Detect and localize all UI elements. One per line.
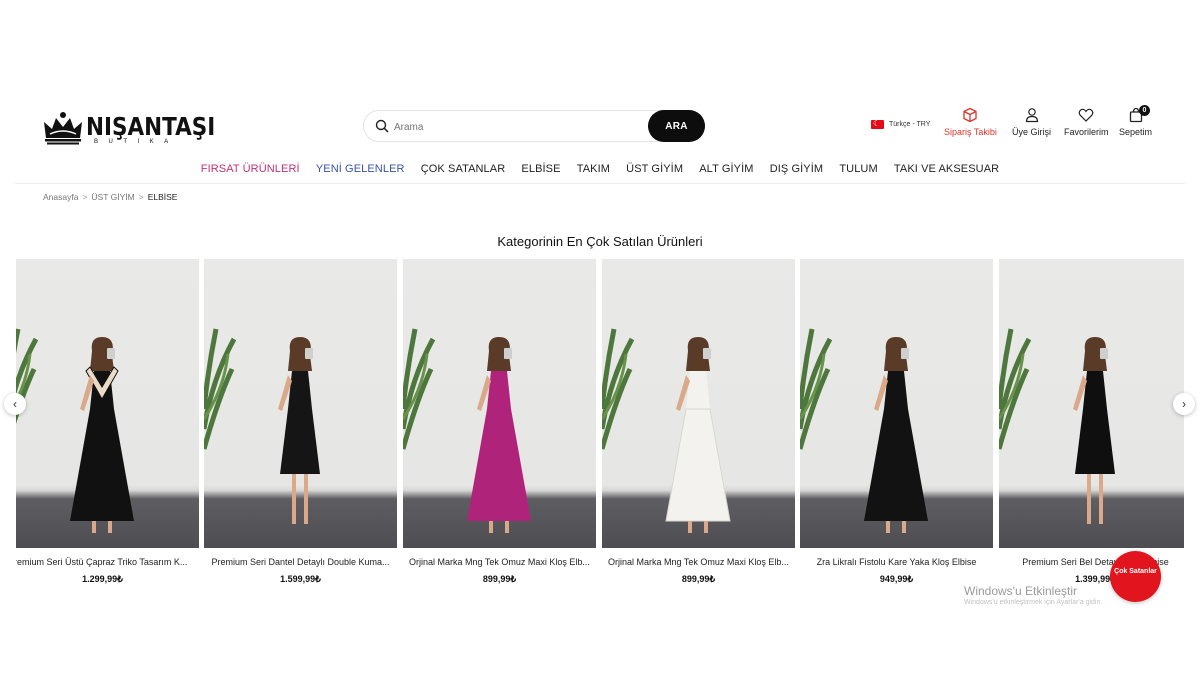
cart-count-badge: 0 <box>1139 105 1150 116</box>
product-name[interactable]: Premium Seri Dantel Detaylı Double Kuma.… <box>204 557 397 567</box>
search-button[interactable]: ARA <box>648 110 705 142</box>
product-name[interactable]: Orjinal Marka Mng Tek Omuz Maxi Kloş Elb… <box>602 557 795 567</box>
brand-tagline: BUTIKA <box>94 139 179 145</box>
plant-decoration <box>16 328 39 425</box>
breadcrumb-home[interactable]: Anasayfa <box>43 192 78 202</box>
nav-item-alt-giyim[interactable]: ALT GİYİM <box>699 163 753 175</box>
model-illustration <box>602 328 731 533</box>
package-icon <box>963 107 978 123</box>
favorites-link[interactable]: Favorilerim <box>1064 107 1109 137</box>
nav-item-yeni-gelenler[interactable]: YENİ GELENLER <box>316 163 405 175</box>
nav-item-elbise[interactable]: ELBİSE <box>521 163 560 175</box>
brand-name: NIŞANTAŞI <box>86 112 216 141</box>
search-input[interactable] <box>394 119 644 135</box>
plant-decoration <box>602 328 635 450</box>
product-price: 899,99₺ <box>482 574 517 584</box>
user-icon <box>1025 108 1038 123</box>
language-label: Türkçe - TRY <box>889 121 931 128</box>
nav-item-takim[interactable]: TAKIM <box>577 163 610 175</box>
product-card[interactable]: Premium Seri Dantel Detaylı Double Kuma.… <box>204 259 397 585</box>
turkey-flag-icon <box>871 118 884 130</box>
model-illustration <box>800 328 928 533</box>
product-image[interactable] <box>403 259 596 548</box>
breadcrumb: Anasayfa > ÜST GİYİM > ELBİSE <box>43 192 177 202</box>
product-carousel: Premium Seri Üstü Çapraz Triko Tasarım K… <box>16 259 1184 599</box>
brand-logo[interactable]: NIŞANTAŞI BUTIKA <box>42 108 215 148</box>
product-card[interactable]: Premium Seri Bel Detaylı Mini Elbise 1.3… <box>999 259 1184 585</box>
plant-decoration <box>403 328 436 450</box>
main-nav: FIRSAT ÜRÜNLERİ YENİ GELENLER ÇOK SATANL… <box>0 163 1200 175</box>
product-image[interactable] <box>16 259 199 548</box>
product-card[interactable]: Premium Seri Üstü Çapraz Triko Tasarım K… <box>16 259 199 585</box>
product-image[interactable] <box>602 259 795 548</box>
nav-item-ust-giyim[interactable]: ÜST GİYİM <box>626 163 683 175</box>
login-label: Üye Girişi <box>1012 127 1052 137</box>
product-name[interactable]: Orjinal Marka Mng Tek Omuz Maxi Kloş Elb… <box>403 557 596 567</box>
breadcrumb-separator: > <box>82 192 88 202</box>
model-illustration <box>999 328 1115 524</box>
plant-decoration <box>800 328 833 450</box>
login-link[interactable]: Üye Girişi <box>1012 107 1051 137</box>
breadcrumb-separator: > <box>138 192 144 202</box>
plant-decoration <box>204 328 237 450</box>
nav-item-dis-giyim[interactable]: DIŞ GİYİM <box>770 163 823 175</box>
product-name[interactable]: Zra Likralı Fistolu Kare Yaka Kloş Elbis… <box>800 557 993 567</box>
cart-link[interactable]: 0 Sepetim <box>1119 105 1153 137</box>
model-illustration <box>204 328 320 524</box>
model-illustration <box>16 328 134 533</box>
windows-activation-subtext: Windows'u etkinleştirmek için Ayarlar'a … <box>964 599 1103 606</box>
breadcrumb-ust-giyim[interactable]: ÜST GİYİM <box>91 192 134 202</box>
product-card[interactable]: Zra Likralı Fistolu Kare Yaka Kloş Elbis… <box>800 259 993 585</box>
nav-item-firsat[interactable]: FIRSAT ÜRÜNLERİ <box>201 163 300 175</box>
heart-icon <box>1078 108 1094 122</box>
order-tracking-link[interactable]: Sipariş Takibi <box>944 107 997 137</box>
product-price: 899,99₺ <box>681 574 716 584</box>
nav-item-taki-aksesuar[interactable]: TAKI VE AKSESUAR <box>894 163 999 175</box>
product-card[interactable]: Orjinal Marka Mng Tek Omuz Maxi Kloş Elb… <box>403 259 596 585</box>
site-header: NIŞANTAŞI BUTIKA ARA Türkçe - TRY Sipari… <box>0 104 1200 148</box>
best-seller-label: Çok Satanlar <box>1114 568 1157 575</box>
plant-decoration <box>999 328 1032 450</box>
windows-activation-watermark: Windows'u Etkinleştir <box>964 584 1077 598</box>
search-bar: ARA <box>363 110 705 142</box>
product-card[interactable]: Orjinal Marka Mng Tek Omuz Maxi Kloş Elb… <box>602 259 795 585</box>
product-image[interactable] <box>800 259 993 548</box>
product-image[interactable] <box>999 259 1184 548</box>
crown-icon <box>44 112 82 145</box>
product-price: 1.299,99₺ <box>82 574 123 584</box>
cart-label: Sepetim <box>1119 127 1153 137</box>
carousel-next-button[interactable]: › <box>1173 393 1195 415</box>
search-icon <box>375 119 389 133</box>
nav-item-cok-satanlar[interactable]: ÇOK SATANLAR <box>421 163 506 175</box>
carousel-prev-button[interactable]: ‹ <box>4 393 26 415</box>
product-image[interactable] <box>204 259 397 548</box>
product-price: 1.599,99₺ <box>280 574 321 584</box>
model-illustration <box>403 328 531 533</box>
breadcrumb-current: ELBİSE <box>147 192 178 202</box>
nav-item-tulum[interactable]: TULUM <box>839 163 877 175</box>
best-seller-floating-badge[interactable]: Çok Satanlar <box>1110 551 1161 602</box>
order-tracking-label: Sipariş Takibi <box>944 127 997 137</box>
product-name[interactable]: Premium Seri Üstü Çapraz Triko Tasarım K… <box>16 557 199 567</box>
language-currency-selector[interactable]: Türkçe - TRY <box>871 118 931 130</box>
nav-divider <box>15 183 1185 184</box>
section-title: Kategorinin En Çok Satılan Ürünleri <box>497 234 703 249</box>
favorites-label: Favorilerim <box>1064 127 1109 137</box>
